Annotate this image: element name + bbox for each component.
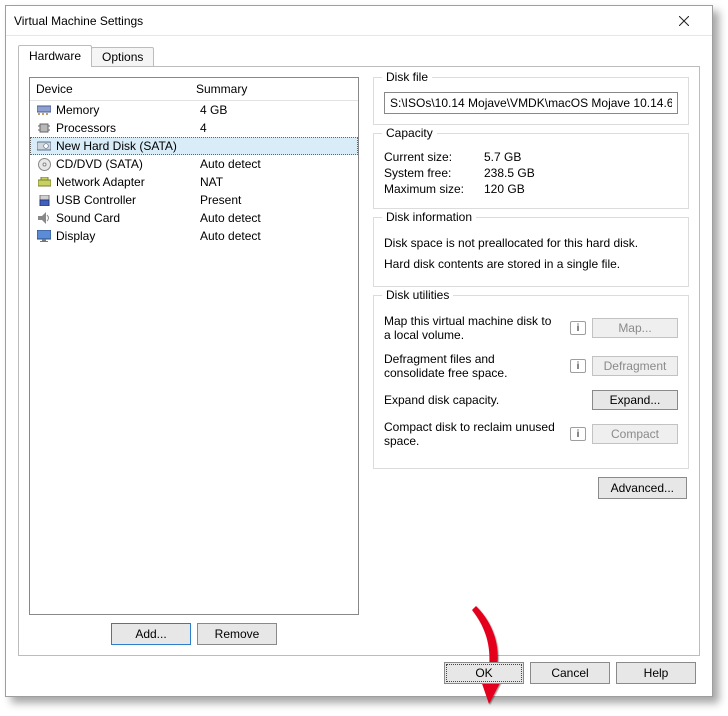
sound-icon <box>36 212 52 224</box>
capacity-row: Current size:5.7 GB <box>384 150 678 164</box>
tabstrip: Hardware Options <box>18 45 700 67</box>
usb-icon <box>36 195 52 206</box>
device-name: Processors <box>56 121 196 135</box>
tab-panel: Device Summary Memory 4 GB Processors 4 New … <box>18 66 700 656</box>
disk-info-legend: Disk information <box>382 210 476 224</box>
disk-info-group: Disk information Disk space is not preal… <box>373 217 689 287</box>
dialog-buttons: OK Cancel Help <box>444 662 696 684</box>
cpu-icon <box>36 122 52 134</box>
disk-file-group: Disk file <box>373 77 689 125</box>
utility-button: Compact <box>592 424 678 444</box>
tab-options[interactable]: Options <box>91 47 154 67</box>
hardware-left-column: Device Summary Memory 4 GB Processors 4 New … <box>29 77 359 645</box>
device-row[interactable]: Sound Card Auto detect <box>30 209 358 227</box>
disk-file-input[interactable] <box>384 92 678 114</box>
disk-utilities-legend: Disk utilities <box>382 288 453 302</box>
capacity-label: Maximum size: <box>384 182 484 196</box>
device-name: New Hard Disk (SATA) <box>56 139 196 153</box>
device-row[interactable]: Memory 4 GB <box>30 101 358 119</box>
capacity-value: 5.7 GB <box>484 150 521 164</box>
device-summary: Present <box>200 193 352 207</box>
close-button[interactable] <box>664 7 704 35</box>
header-summary: Summary <box>196 82 352 96</box>
memory-icon <box>36 105 52 115</box>
device-list[interactable]: Device Summary Memory 4 GB Processors 4 New … <box>29 77 359 615</box>
close-icon <box>679 16 689 26</box>
device-name: Network Adapter <box>56 175 196 189</box>
disk-info-line: Disk space is not preallocated for this … <box>384 234 678 253</box>
disk-info-line: Hard disk contents are stored in a singl… <box>384 255 678 274</box>
ok-button[interactable]: OK <box>444 662 524 684</box>
device-summary: NAT <box>200 175 352 189</box>
capacity-group: Capacity Current size:5.7 GBSystem free:… <box>373 133 689 209</box>
device-name: USB Controller <box>56 193 196 207</box>
device-row[interactable]: CD/DVD (SATA) Auto detect <box>30 155 358 173</box>
device-name: Memory <box>56 103 196 117</box>
utility-text: Compact disk to reclaim unused space. <box>384 420 564 448</box>
cancel-button[interactable]: Cancel <box>530 662 610 684</box>
device-row[interactable]: Network Adapter NAT <box>30 173 358 191</box>
capacity-legend: Capacity <box>382 126 437 140</box>
utility-button: Map... <box>592 318 678 338</box>
help-button[interactable]: Help <box>616 662 696 684</box>
tab-hardware[interactable]: Hardware <box>18 45 92 67</box>
client-area: Hardware Options Device Summary Memory 4 … <box>6 36 712 696</box>
device-list-buttons: Add... Remove <box>29 623 359 645</box>
disk-file-legend: Disk file <box>382 70 432 84</box>
titlebar: Virtual Machine Settings <box>6 6 712 36</box>
capacity-value: 120 GB <box>484 182 525 196</box>
device-name: Sound Card <box>56 211 196 225</box>
device-row[interactable]: Display Auto detect <box>30 227 358 245</box>
info-balloon-icon[interactable]: i <box>570 321 586 335</box>
header-device: Device <box>36 82 196 96</box>
hardware-right-column: Disk file Capacity Current size:5.7 GBSy… <box>373 77 689 645</box>
add-button[interactable]: Add... <box>111 623 191 645</box>
window-title: Virtual Machine Settings <box>14 14 664 28</box>
device-name: CD/DVD (SATA) <box>56 157 196 171</box>
utility-row: Defragment files and consolidate free sp… <box>384 352 678 380</box>
device-summary: 4 <box>200 121 352 135</box>
device-name: Display <box>56 229 196 243</box>
advanced-button[interactable]: Advanced... <box>598 477 687 499</box>
utility-row: Expand disk capacity. Expand... <box>384 390 678 410</box>
remove-button[interactable]: Remove <box>197 623 277 645</box>
utility-row: Map this virtual machine disk to a local… <box>384 314 678 342</box>
utility-button: Defragment <box>592 356 678 376</box>
disk-utilities-group: Disk utilities Map this virtual machine … <box>373 295 689 469</box>
network-icon <box>36 177 52 188</box>
utility-row: Compact disk to reclaim unused space. i Co… <box>384 420 678 448</box>
utility-text: Expand disk capacity. <box>384 393 564 407</box>
utility-button[interactable]: Expand... <box>592 390 678 410</box>
settings-window: Virtual Machine Settings Hardware Option… <box>5 5 713 697</box>
capacity-row: Maximum size:120 GB <box>384 182 678 196</box>
device-summary: Auto detect <box>200 229 352 243</box>
device-row[interactable]: Processors 4 <box>30 119 358 137</box>
capacity-label: Current size: <box>384 150 484 164</box>
info-balloon-icon[interactable]: i <box>570 427 586 441</box>
device-summary: Auto detect <box>200 157 352 171</box>
hdd-icon <box>36 141 52 151</box>
utility-text: Map this virtual machine disk to a local… <box>384 314 564 342</box>
utility-text: Defragment files and consolidate free sp… <box>384 352 564 380</box>
device-summary: Auto detect <box>200 211 352 225</box>
capacity-row: System free:238.5 GB <box>384 166 678 180</box>
display-icon <box>36 230 52 242</box>
info-balloon-icon[interactable]: i <box>570 359 586 373</box>
device-summary: 4 GB <box>200 103 352 117</box>
device-list-header: Device Summary <box>30 78 358 101</box>
device-row[interactable]: New Hard Disk (SATA) <box>30 137 358 155</box>
capacity-value: 238.5 GB <box>484 166 535 180</box>
capacity-label: System free: <box>384 166 484 180</box>
odd-icon <box>36 158 52 171</box>
device-row[interactable]: USB Controller Present <box>30 191 358 209</box>
